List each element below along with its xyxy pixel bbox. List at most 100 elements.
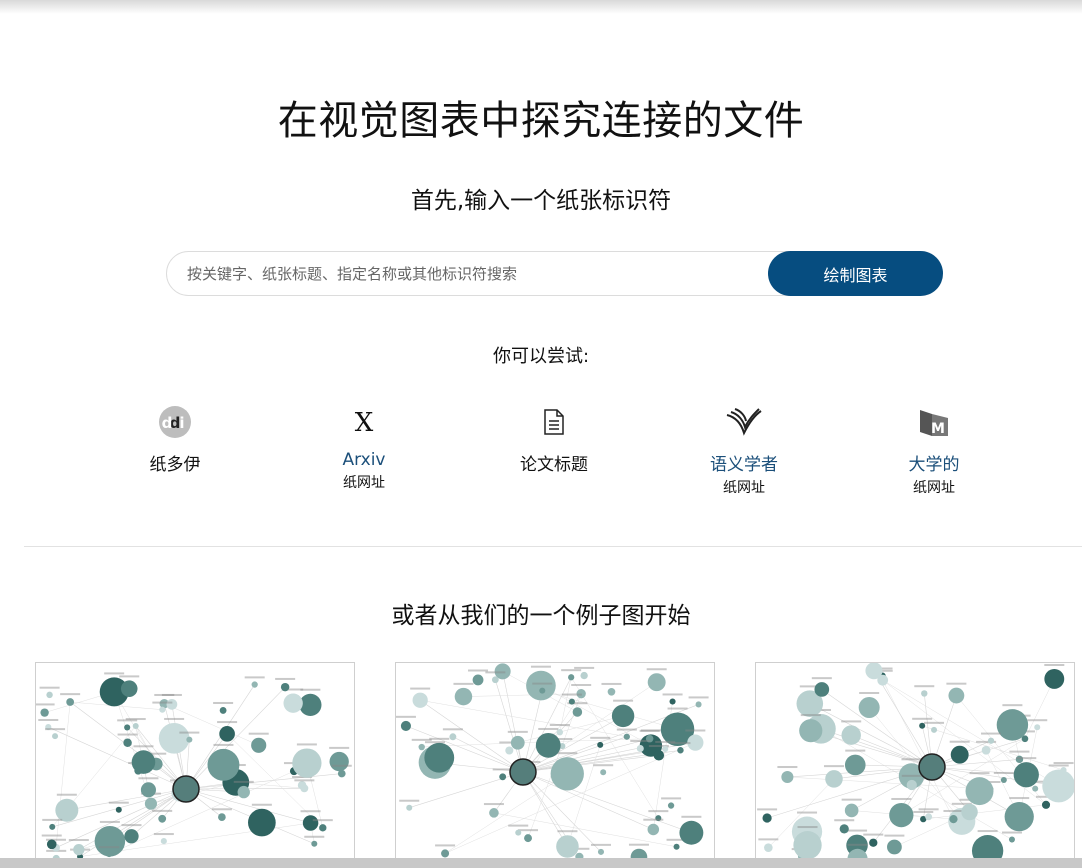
graph-node [1004, 802, 1034, 832]
try-heading: 你可以尝试: [492, 346, 590, 367]
graph-origin-node [172, 775, 200, 803]
graph-node [961, 803, 978, 821]
graph-node [673, 843, 680, 850]
graph-node [844, 803, 859, 818]
microsoft-academic-icon: M [918, 406, 950, 442]
graph-node-caption [296, 743, 317, 746]
graph-node [515, 829, 522, 836]
graph-node-caption [841, 720, 862, 723]
graph-node [931, 726, 938, 733]
graph-node-caption [648, 810, 669, 813]
page-title: 在视觉图表中探究连接的文件 [277, 98, 805, 144]
graph-node-caption [36, 703, 55, 706]
option-microsoft-academic-sub: 纸网址 [913, 480, 955, 496]
graph-node [948, 687, 965, 704]
option-paper-title[interactable]: 论文标题 [474, 404, 634, 475]
example-graph-card-1[interactable] [35, 662, 355, 862]
top-shadow-bar [0, 0, 1082, 14]
graph-node [400, 720, 411, 731]
graph-node-caption [901, 758, 922, 761]
graph-node [280, 682, 290, 692]
option-microsoft-academic[interactable]: M 大学的 纸网址 [854, 404, 1014, 497]
graph-node-caption [161, 693, 182, 696]
graph-node [302, 815, 319, 831]
graph-node-caption [859, 692, 880, 695]
graph-node-caption [179, 731, 200, 734]
graph-node [889, 802, 914, 828]
graph-node-caption [993, 771, 1014, 774]
graph-node-caption [891, 797, 912, 800]
graph-node [489, 808, 499, 818]
graph-node-caption [777, 766, 798, 769]
graph-node [49, 823, 56, 830]
graph-node [653, 750, 665, 761]
graph-node-caption [152, 809, 173, 812]
example-graph-card-3[interactable] [755, 662, 1075, 862]
graph-node [844, 754, 866, 776]
graph-node-caption [847, 843, 868, 846]
graph-node [1042, 769, 1074, 803]
graph-node [1034, 724, 1041, 731]
graph-node-caption [847, 829, 868, 832]
graph-node [981, 745, 991, 755]
graph-node-caption [628, 843, 649, 846]
graph-node-caption [757, 808, 778, 811]
graph-node-caption [590, 843, 611, 846]
semantic-scholar-icon [725, 407, 763, 441]
graph-node-caption [590, 736, 611, 739]
graph-node-caption [244, 676, 265, 679]
examples-heading: 或者从我们的一个例子图开始 [391, 603, 691, 629]
graph-node [949, 814, 958, 824]
graph-node [526, 670, 556, 701]
example-graph-2-image [396, 663, 709, 861]
graph-node-caption [152, 701, 173, 704]
graph-node-caption [104, 672, 125, 675]
graph-node-caption [117, 733, 138, 736]
graph-node [781, 771, 794, 784]
svg-text:i: i [179, 414, 184, 432]
graph-node-caption [662, 693, 683, 696]
graph-node [669, 698, 676, 705]
example-graph-card-2[interactable] [395, 662, 715, 862]
graph-node [132, 723, 139, 730]
graph-node [535, 732, 561, 758]
graph-node-caption [914, 685, 935, 688]
search-input[interactable] [187, 252, 747, 295]
graph-node [251, 737, 267, 753]
graph-node-caption [294, 779, 315, 782]
graph-node [1044, 669, 1065, 689]
graph-node [1015, 755, 1024, 764]
graph-node [679, 820, 704, 845]
graph-node-caption [863, 833, 884, 836]
option-semantic-scholar[interactable]: 语义学者 纸网址 [664, 404, 824, 497]
graph-node [160, 838, 167, 845]
build-graph-button[interactable]: 绘制图表 [768, 251, 943, 296]
graph-node [996, 709, 1029, 741]
graph-node-caption [530, 665, 551, 668]
graph-node-caption [45, 728, 66, 731]
graph-node [568, 674, 575, 681]
graph-node [764, 843, 773, 852]
graph-node [218, 813, 226, 821]
graph-node-caption [424, 741, 445, 744]
graph-origin-node [918, 753, 946, 781]
graph-node-caption [300, 688, 321, 691]
graph-node [337, 769, 346, 778]
graph-node-caption [133, 745, 154, 748]
graph-node-caption [613, 699, 634, 702]
graph-node-caption [164, 717, 185, 720]
graph-node-caption [119, 675, 140, 678]
graph-node-caption [758, 838, 779, 841]
graph-node [556, 835, 579, 858]
graph-node-caption [977, 830, 998, 833]
option-doi-label: 纸多伊 [149, 455, 201, 475]
graph-node [825, 770, 843, 788]
graph-node-caption [901, 774, 922, 777]
graph-node-caption [918, 808, 939, 811]
graph-node-caption [685, 729, 706, 732]
graph-node [950, 745, 969, 764]
graph-node [251, 681, 258, 688]
graph-node [1000, 776, 1007, 783]
option-arxiv[interactable]: X Arxiv 纸网址 [284, 404, 444, 492]
option-doi[interactable]: d d i 纸多伊 [95, 404, 255, 475]
